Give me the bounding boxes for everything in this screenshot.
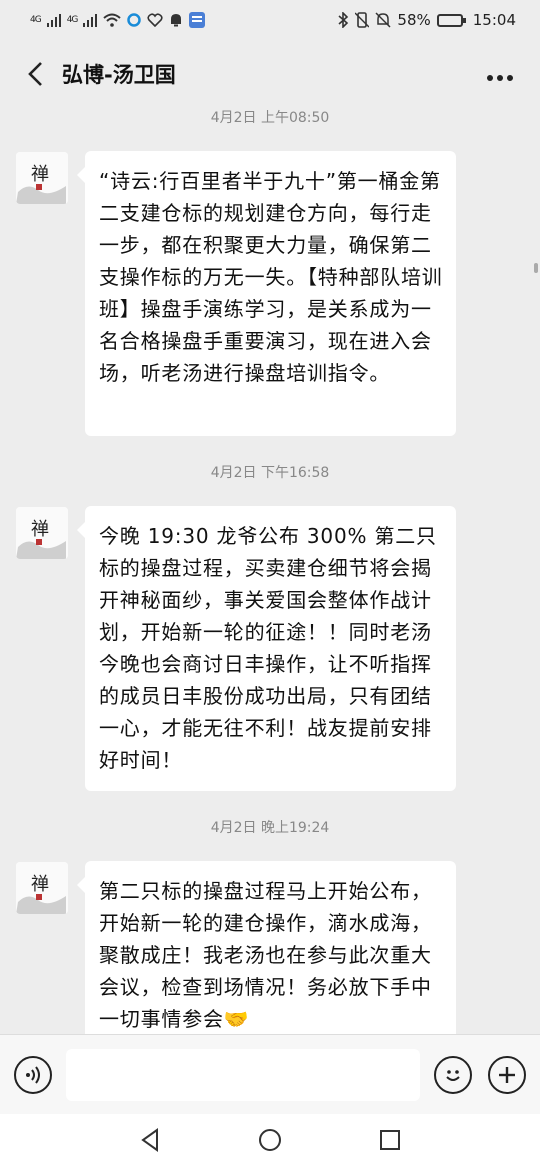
message-list[interactable]: 4月2日 上午08:50 禅 “诗云:行百里者半于九十”第一桶金第二支建仓标的规… <box>0 108 540 1034</box>
status-left: 4G 4G <box>30 12 206 28</box>
more-options-button[interactable] <box>478 59 522 89</box>
message-bubble[interactable]: “诗云:行百里者半于九十”第一桶金第二支建仓标的规划建仓方向，每行走一步，都在积… <box>77 151 456 436</box>
network-label-2: 4G <box>66 15 79 25</box>
avatar[interactable]: 禅 <box>16 507 68 559</box>
svg-text:禅: 禅 <box>31 874 49 895</box>
mute-bell-icon <box>375 12 391 28</box>
wifi-icon <box>103 13 122 27</box>
more-dots-icon <box>487 75 513 81</box>
battery-icon <box>436 13 466 27</box>
emoji-icon <box>446 1069 460 1081</box>
battery-percent: 58% <box>397 11 431 29</box>
svg-text:禅: 禅 <box>31 164 49 185</box>
timestamp: 4月2日 上午08:50 <box>210 110 330 126</box>
status-time: 15:04 <box>472 11 516 29</box>
app-notification-icon <box>127 13 142 27</box>
message-bubble[interactable]: 今晚 19:30 龙爷公布 300% 第二只标的操盘过程，买卖建仓细节将会揭开神… <box>77 506 456 791</box>
chat-title: 弘博-汤卫国 <box>62 63 176 87</box>
bluetooth-icon <box>338 12 349 28</box>
scroll-indicator[interactable] <box>534 263 538 273</box>
avatar[interactable]: 禅 <box>16 862 68 914</box>
system-nav-bar <box>0 1114 540 1170</box>
message-input[interactable] <box>66 1048 420 1101</box>
nav-recents-button[interactable] <box>379 1129 401 1155</box>
status-bar: 4G 4G 58% 15:04 <box>0 0 540 40</box>
nav-home-icon <box>258 1129 281 1151</box>
back-button[interactable] <box>18 54 54 94</box>
nav-back-icon <box>140 1128 158 1152</box>
avatar[interactable]: 禅 <box>16 152 68 204</box>
emoji-button[interactable] <box>434 1055 472 1094</box>
chat-header: 弘博-汤卫国 <box>0 40 540 108</box>
message-bubble[interactable]: 第二只标的操盘过程马上开始公布，开始新一轮的建仓操作，滴水成海，聚散成庄！我老汤… <box>77 861 456 1034</box>
vibrate-icon <box>355 12 370 28</box>
timestamp: 4月2日 下午16:58 <box>210 465 330 481</box>
nav-back-button[interactable] <box>139 1128 161 1156</box>
nav-recents-icon <box>380 1130 401 1150</box>
notification-bell-icon <box>171 14 182 27</box>
chevron-left-icon <box>28 62 42 86</box>
plus-button[interactable] <box>488 1055 526 1094</box>
svg-text:禅: 禅 <box>31 519 49 540</box>
calligraphy-avatar-icon: 禅 <box>16 862 68 914</box>
calligraphy-avatar-icon: 禅 <box>16 507 68 559</box>
status-right: 58% 15:04 <box>337 11 516 29</box>
network-label-1: 4G <box>30 15 42 25</box>
calligraphy-avatar-icon: 禅 <box>16 152 68 204</box>
signal-icon-2 <box>83 14 98 27</box>
message-app-icon <box>189 12 206 28</box>
voice-button[interactable] <box>14 1055 52 1094</box>
signal-icon <box>46 14 61 27</box>
timestamp: 4月2日 晚上19:24 <box>210 820 330 836</box>
nav-home-button[interactable] <box>258 1128 282 1156</box>
plus-icon <box>499 1066 515 1083</box>
voice-icon <box>26 1065 40 1084</box>
input-bar <box>0 1034 540 1114</box>
health-icon <box>147 13 164 27</box>
